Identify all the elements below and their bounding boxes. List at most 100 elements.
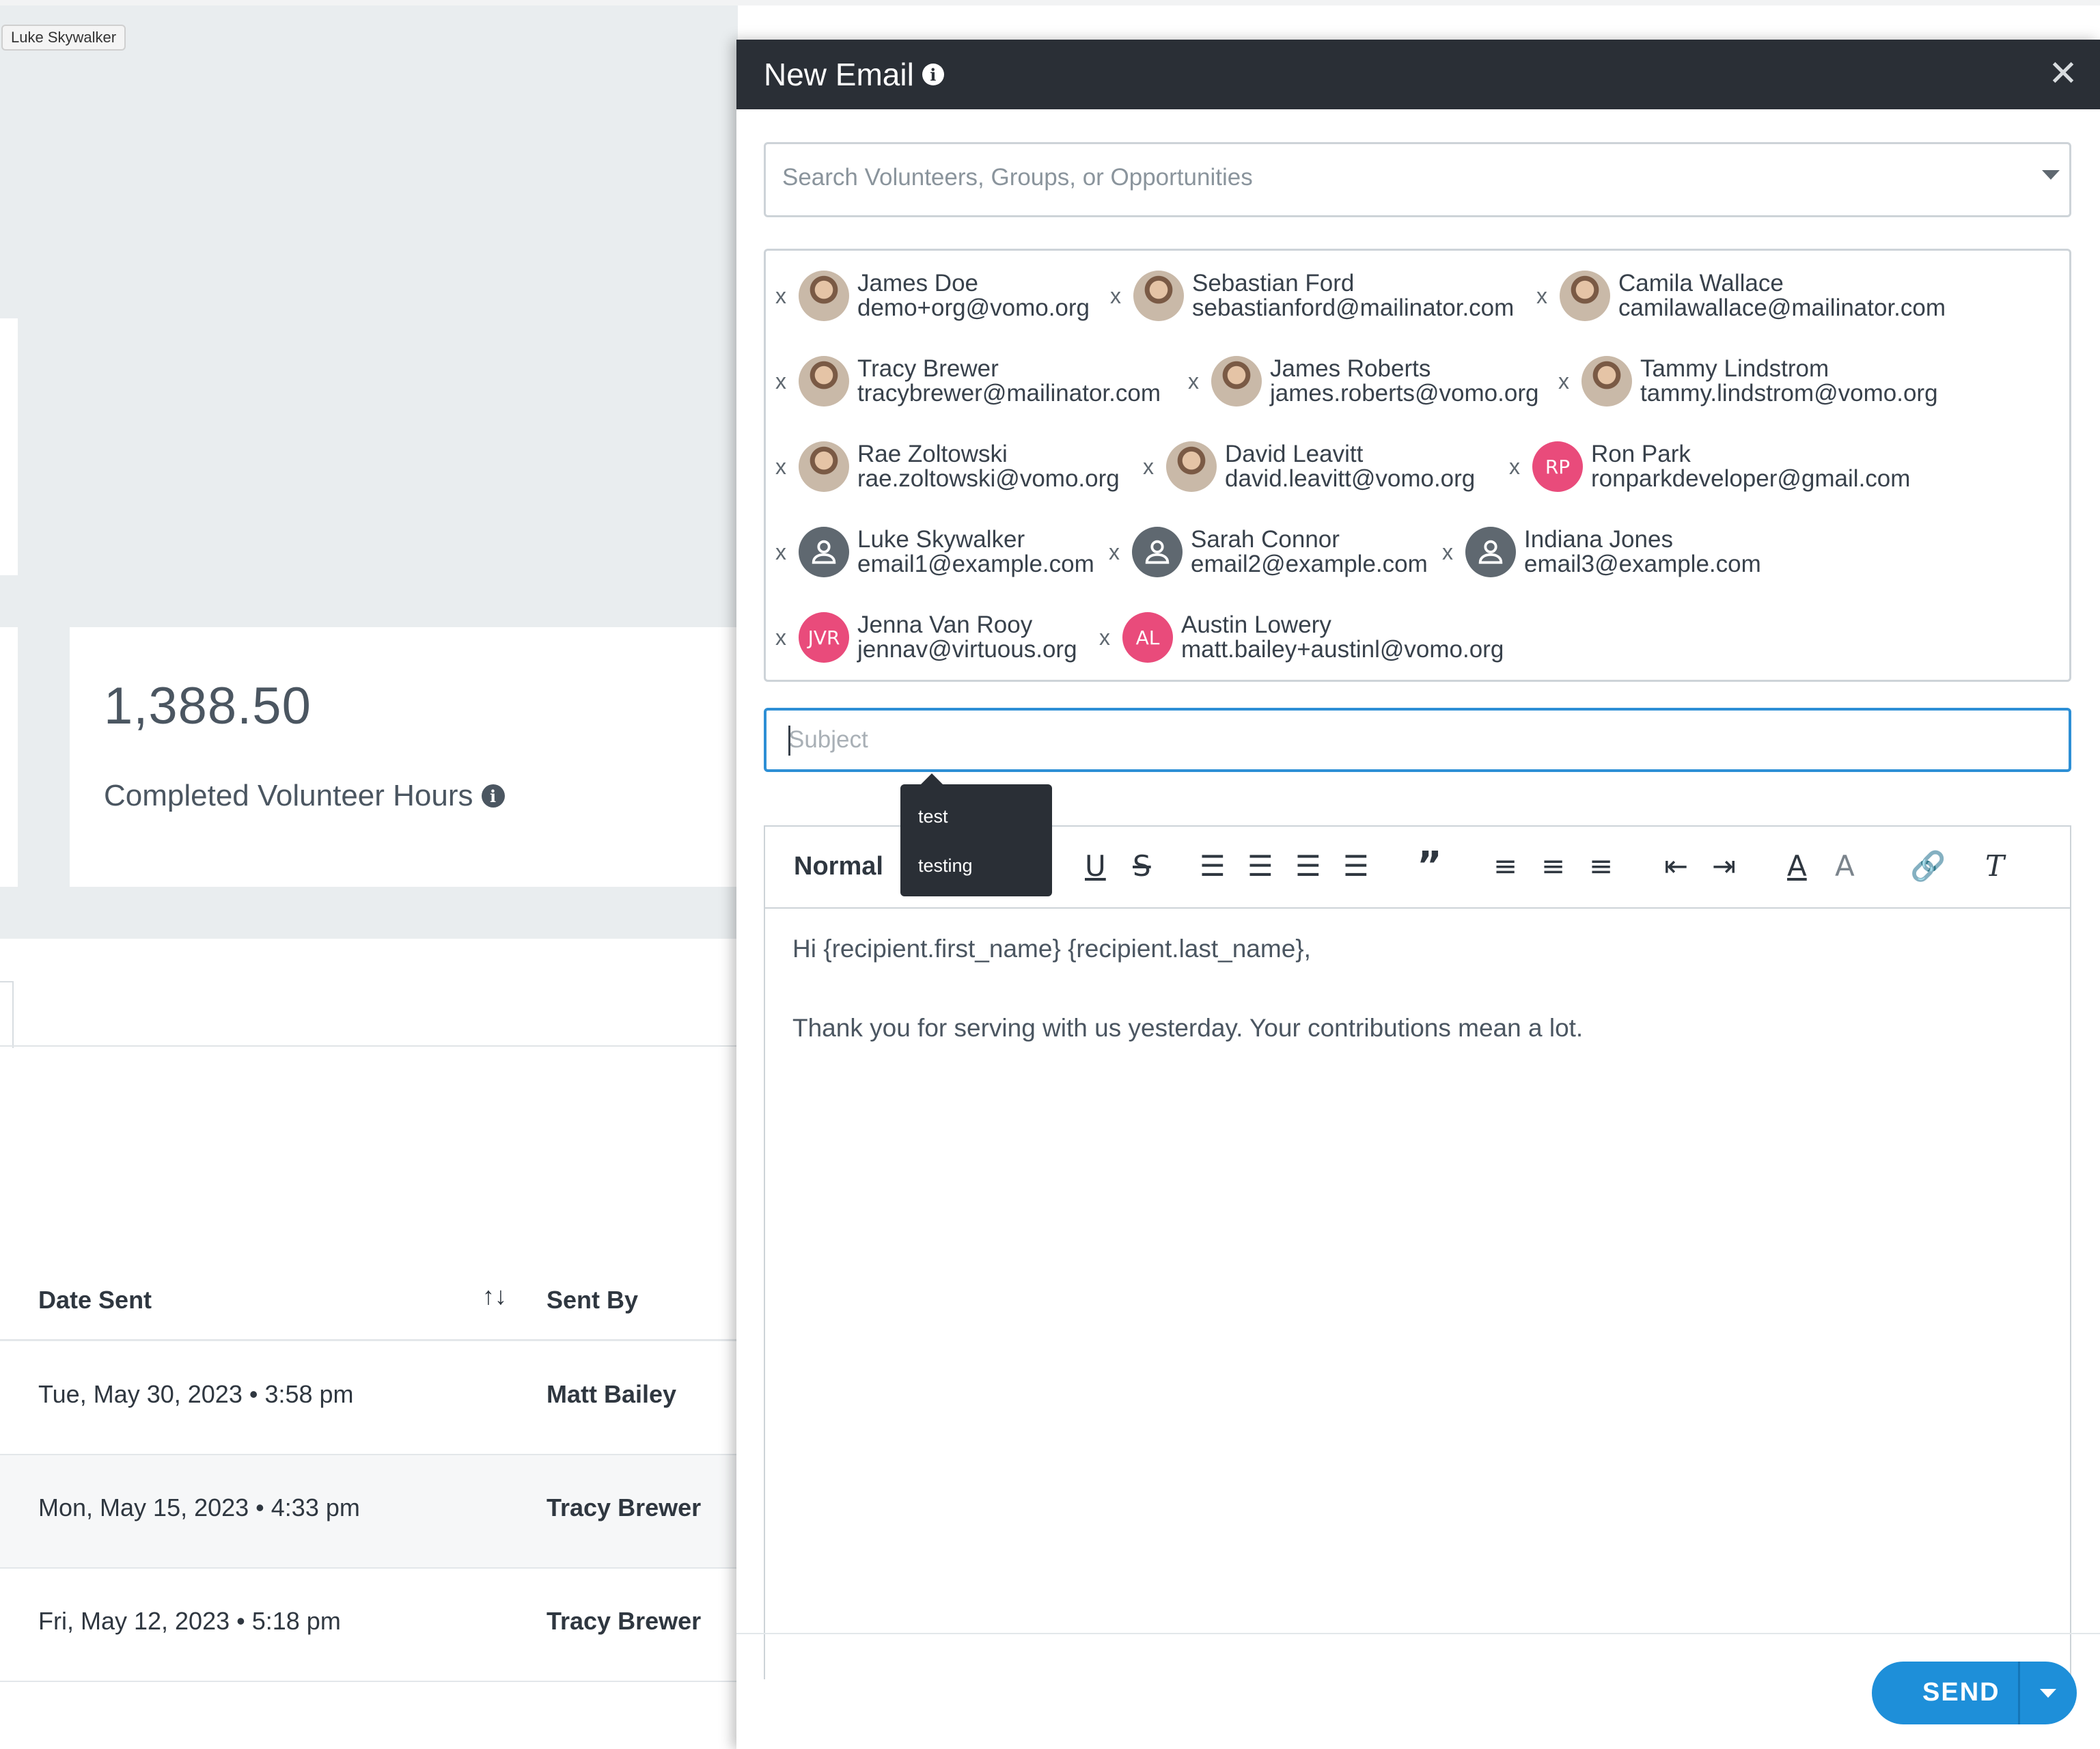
- recipient-list: x James Doe demo+org@vomo.org x Sebastian…: [764, 249, 2071, 682]
- column-header-sent-by[interactable]: Sent By: [547, 1286, 638, 1314]
- recipient-email: email3@example.com: [1524, 551, 1761, 577]
- date-sent-cell: Tue, May 30, 2023 • 3:58 pm: [38, 1380, 354, 1408]
- recipient-chip: x Indiana Jones email3@example.com: [1442, 525, 1761, 579]
- autocomplete-option[interactable]: testing: [918, 855, 973, 877]
- top-strip: [0, 0, 2100, 5]
- justify-icon[interactable]: ☰: [1343, 846, 1369, 887]
- remove-recipient-button[interactable]: x: [1143, 454, 1161, 480]
- recipient-search-input[interactable]: [781, 163, 2000, 192]
- table-row[interactable]: Tue, May 30, 2023 • 3:58 pm Matt Bailey: [0, 1342, 738, 1455]
- check-list-icon[interactable]: ≡: [1589, 846, 1613, 887]
- remove-recipient-button[interactable]: x: [1110, 284, 1128, 309]
- remove-recipient-button[interactable]: x: [1442, 540, 1460, 565]
- info-icon[interactable]: i: [922, 64, 944, 85]
- recipient-email: email1@example.com: [857, 551, 1094, 577]
- recipient-search[interactable]: [764, 142, 2071, 217]
- avatar: [1581, 356, 1632, 407]
- align-left-icon[interactable]: ☰: [1200, 846, 1226, 887]
- remove-recipient-button[interactable]: x: [1109, 540, 1127, 565]
- user-glyph: [1478, 540, 1503, 564]
- recipient-name: Austin Lowery: [1181, 611, 1331, 638]
- sort-icon[interactable]: ↑↓: [482, 1282, 507, 1310]
- table-header: Date Sent ↑↓ Sent By: [0, 1272, 738, 1340]
- recipient-name: Tammy Lindstrom: [1640, 355, 1829, 382]
- recipient-chip: x James Doe demo+org@vomo.org: [775, 268, 1090, 323]
- align-right-icon[interactable]: ☰: [1295, 846, 1321, 887]
- chevron-down-icon[interactable]: [2042, 170, 2060, 180]
- avatar: [1133, 271, 1184, 321]
- blockquote-icon[interactable]: ”: [1417, 846, 1442, 887]
- tab-partial[interactable]: [0, 981, 14, 1048]
- modal-title-text: New Email: [764, 57, 914, 92]
- recipient-email: tracybrewer@mailinator.com: [857, 380, 1161, 407]
- link-icon[interactable]: 🔗: [1910, 846, 1946, 887]
- new-email-modal: New Email i ✕ x James Doedemo+org@vomo.o…: [736, 40, 2100, 1749]
- recipient-name: Tracy Brewer: [857, 355, 999, 382]
- recipient-email: camilawallace@mailinator.com: [1618, 294, 1946, 321]
- avatar: JVR: [799, 612, 849, 663]
- send-button[interactable]: SEND: [1872, 1662, 2077, 1724]
- subject-autocomplete: test testing: [900, 784, 1052, 896]
- remove-recipient-button[interactable]: x: [1509, 454, 1527, 480]
- recipient-email: sebastianford@mailinator.com: [1192, 294, 1515, 321]
- avatar: [799, 441, 849, 492]
- message-editor[interactable]: Normal I U S ☰ ☰ ☰ ☰ ” ≡ ≡ ≡ ⇤ ⇥ A A 🔗 T…: [764, 825, 2071, 1679]
- recipient-name: James Doe: [857, 270, 979, 297]
- avatar: AL: [1122, 612, 1173, 663]
- table-row[interactable]: Fri, May 12, 2023 • 5:18 pm Tracy Brewer: [0, 1569, 738, 1682]
- autocomplete-option[interactable]: test: [918, 806, 948, 827]
- modal-header: New Email i ✕: [736, 40, 2100, 109]
- subject-input[interactable]: [787, 726, 2033, 754]
- recipient-email: rae.zoltowski@vomo.org: [857, 465, 1120, 492]
- recipient-email: demo+org@vomo.org: [857, 294, 1090, 321]
- recipient-email: jennav@virtuous.org: [857, 636, 1077, 663]
- remove-recipient-button[interactable]: x: [775, 284, 793, 309]
- format-select[interactable]: Normal: [794, 846, 883, 887]
- remove-recipient-button[interactable]: x: [1536, 284, 1554, 309]
- message-body[interactable]: Hi {recipient.first_name} {recipient.las…: [792, 929, 1583, 1048]
- table-row[interactable]: Mon, May 15, 2023 • 4:33 pm Tracy Brewer: [0, 1455, 738, 1569]
- background-color-icon[interactable]: A: [1835, 846, 1855, 887]
- clear-formatting-icon[interactable]: T: [1985, 846, 2004, 887]
- table-header-divider: [0, 1339, 738, 1341]
- sent-by-cell: Tracy Brewer: [547, 1493, 702, 1521]
- recipient-name: David Leavitt: [1225, 441, 1364, 467]
- remove-recipient-button[interactable]: x: [775, 369, 793, 394]
- stat-value: 1,388.50: [104, 677, 312, 735]
- text-color-icon[interactable]: A: [1787, 846, 1807, 887]
- chevron-down-icon[interactable]: [2040, 1689, 2056, 1698]
- recipient-chip: x JVR Jenna Van Rooy jennav@virtuous.org: [775, 610, 1077, 665]
- avatar: [1166, 441, 1217, 492]
- recipient-chip: x AL Austin Lowery matt.bailey+austinl@vo…: [1099, 610, 1504, 665]
- recipient-name: Ron Park: [1591, 441, 1691, 467]
- strikethrough-icon[interactable]: S: [1133, 846, 1151, 887]
- indent-icon[interactable]: ⇥: [1712, 846, 1736, 887]
- remove-recipient-button[interactable]: x: [1099, 625, 1117, 650]
- recipient-name: Camila Wallace: [1618, 270, 1784, 297]
- outdent-icon[interactable]: ⇤: [1664, 846, 1688, 887]
- send-label: SEND: [1922, 1678, 2000, 1707]
- underline-icon[interactable]: U: [1085, 846, 1106, 887]
- date-sent-cell: Fri, May 12, 2023 • 5:18 pm: [38, 1607, 341, 1635]
- column-header-date-sent[interactable]: Date Sent: [38, 1286, 152, 1314]
- recipient-chip: x Tammy Lindstrom tammy.lindstrom@vomo.or…: [1558, 354, 1938, 409]
- remove-recipient-button[interactable]: x: [1558, 369, 1576, 394]
- remove-recipient-button[interactable]: x: [1188, 369, 1206, 394]
- avatar: [799, 271, 849, 321]
- recipient-chip: x Sarah Connor email2@example.com: [1109, 525, 1428, 579]
- subject-field[interactable]: [764, 708, 2071, 772]
- recipient-name: Rae Zoltowski: [857, 441, 1008, 467]
- stat-label-text: Completed Volunteer Hours: [104, 779, 473, 812]
- body-line: Hi {recipient.first_name} {recipient.las…: [792, 935, 1311, 963]
- bullet-list-icon[interactable]: ≡: [1541, 846, 1565, 887]
- remove-recipient-button[interactable]: x: [775, 625, 793, 650]
- remove-recipient-button[interactable]: x: [775, 454, 793, 480]
- ordered-list-icon[interactable]: ≡: [1493, 846, 1517, 887]
- info-icon[interactable]: i: [481, 784, 505, 808]
- avatar: [1211, 356, 1262, 407]
- remove-recipient-button[interactable]: x: [775, 540, 793, 565]
- recipient-chip: x David Leavitt david.leavitt@vomo.org: [1143, 439, 1475, 494]
- close-icon[interactable]: ✕: [2047, 56, 2080, 92]
- recipient-name: Jenna Van Rooy: [857, 611, 1033, 638]
- align-center-icon[interactable]: ☰: [1247, 846, 1273, 887]
